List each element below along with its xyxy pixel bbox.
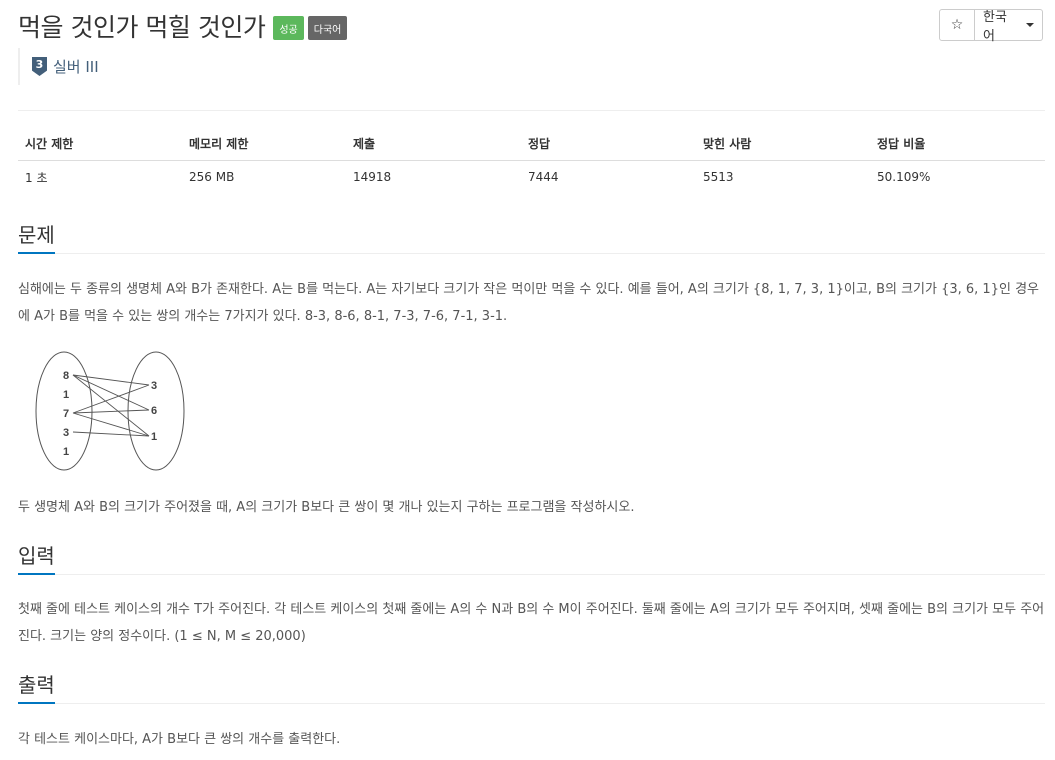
value-time-limit: 1 초: [25, 170, 48, 185]
star-button[interactable]: ☆: [939, 9, 975, 41]
language-label: 한국어: [983, 10, 1007, 44]
output-description: 각 테스트 케이스마다, A가 B보다 큰 쌍의 개수를 출력한다.: [18, 732, 341, 747]
header-memory-limit: 메모리 제한: [182, 128, 346, 161]
input-heading: 입력: [18, 540, 55, 575]
success-badge: 성공: [273, 16, 304, 40]
tier-name[interactable]: 실버 III: [53, 56, 99, 77]
chevron-down-icon: [1026, 23, 1034, 27]
set-a-item: 3: [63, 427, 69, 439]
problem-task: 두 생명체 A와 B의 크기가 주어졌을 때, A의 크기가 B보다 큰 쌍이 …: [18, 500, 635, 515]
value-submissions: 14918: [353, 170, 392, 185]
divider: [18, 110, 1045, 111]
value-memory-limit: 256 MB: [189, 170, 235, 185]
value-accepted: 7444: [528, 170, 559, 185]
header-submissions: 제출: [346, 128, 521, 161]
set-a-item: 1: [63, 389, 69, 401]
language-dropdown[interactable]: 한국어: [975, 9, 1043, 44]
multilang-badge[interactable]: 다국어: [307, 16, 348, 40]
value-accept-ratio: 50.109%: [877, 170, 931, 185]
header-time-limit: 시간 제한: [18, 128, 182, 161]
toolbar-button-group: ☆ 한국어: [939, 9, 1043, 44]
set-b-item: 6: [151, 405, 157, 417]
set-a-item: 7: [63, 408, 69, 420]
star-icon: ☆: [950, 17, 964, 33]
problem-description: 심해에는 두 종류의 생명체 A와 B가 존재한다. A는 B를 먹는다. A는…: [18, 282, 1039, 324]
problem-section-header: 문제: [18, 219, 1045, 254]
input-section-header: 입력: [18, 540, 1045, 575]
problem-figure: 8 1 7 3 1 3 6 1: [34, 349, 189, 478]
table-header-row: 시간 제한 메모리 제한 제출 정답 맞힌 사람 정답 비율: [18, 128, 1045, 161]
header-solved-users: 맞힌 사람: [696, 128, 870, 161]
set-b-item: 3: [151, 380, 157, 392]
tier-shield-icon: 3: [32, 57, 47, 76]
output-heading: 출력: [18, 669, 55, 704]
input-description: 첫째 줄에 테스트 케이스의 개수 T가 주어진다. 각 테스트 케이스의 첫째…: [18, 602, 1045, 644]
pairs-diagram: 8 1 7 3 1 3 6 1: [35, 351, 185, 471]
tier-indicator: 3 실버 III: [18, 48, 99, 85]
problem-title: 먹을 것인가 먹힐 것인가: [18, 13, 266, 42]
set-a-item: 8: [63, 370, 69, 382]
set-a-item: 1: [63, 446, 69, 458]
title-row: 먹을 것인가 먹힐 것인가 성공 다국어: [18, 8, 348, 44]
value-solved-users: 5513: [703, 170, 734, 185]
table-row: 1 초 256 MB 14918 7444 5513 50.109%: [18, 160, 1045, 194]
header-accept-ratio: 정답 비율: [870, 128, 1045, 161]
output-section-header: 출력: [18, 669, 1045, 704]
set-b-item: 1: [151, 431, 157, 443]
header-accepted: 정답: [521, 128, 696, 161]
problem-info-table: 시간 제한 메모리 제한 제출 정답 맞힌 사람 정답 비율 1 초 256 M…: [18, 128, 1045, 194]
problem-heading: 문제: [18, 219, 55, 254]
